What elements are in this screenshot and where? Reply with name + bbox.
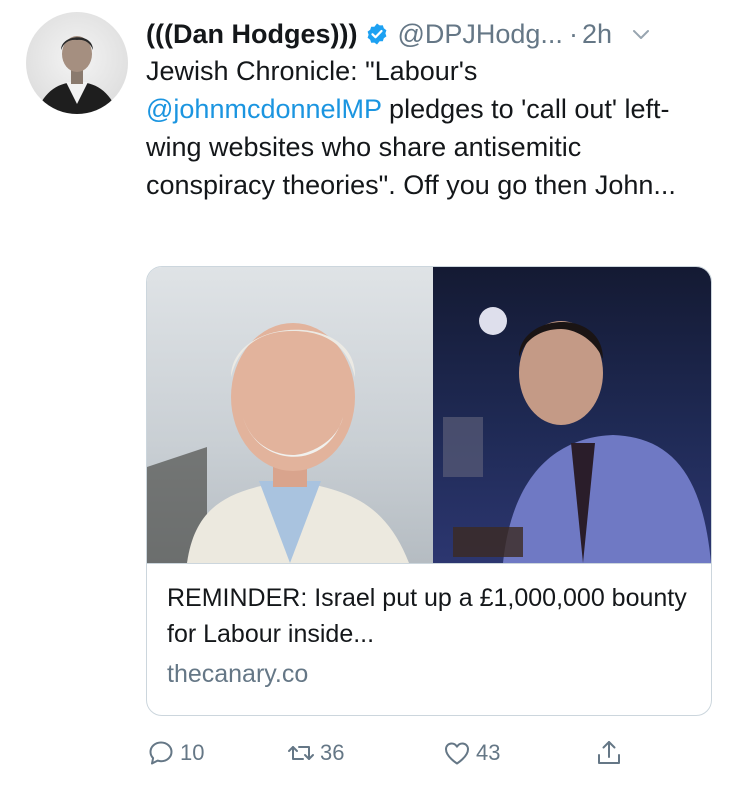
tweet-text-part: Jewish Chronicle: "Labour's bbox=[146, 56, 478, 86]
share-button[interactable] bbox=[594, 738, 624, 768]
card-title: REMINDER: Israel put up a £1,000,000 bou… bbox=[167, 584, 687, 648]
card-domain: thecanary.co bbox=[167, 660, 309, 688]
header-separator: · bbox=[568, 18, 578, 49]
like-count: 43 bbox=[476, 740, 501, 765]
reply-count: 10 bbox=[180, 740, 205, 765]
card-photo-left bbox=[147, 267, 433, 563]
author-avatar-image bbox=[36, 36, 118, 114]
author-name[interactable]: (((Dan Hodges))) bbox=[146, 19, 357, 50]
share-icon bbox=[598, 741, 620, 764]
mention-link[interactable]: @johnmcdonnelMP bbox=[146, 94, 382, 124]
tweet-text: Jewish Chronicle: "Labour's @johnmcdonne… bbox=[146, 52, 716, 204]
retweet-count: 36 bbox=[320, 740, 345, 765]
verified-badge-icon bbox=[365, 22, 389, 46]
tweet-actions: 10 36 43 bbox=[146, 738, 666, 778]
author-avatar[interactable] bbox=[26, 12, 128, 114]
retweet-button[interactable]: 36 bbox=[286, 738, 344, 768]
card-photo-right bbox=[433, 267, 711, 563]
card-body: REMINDER: Israel put up a £1,000,000 bou… bbox=[147, 563, 711, 692]
heart-icon bbox=[445, 742, 469, 765]
reply-icon bbox=[149, 741, 173, 765]
tweet-header: (((Dan Hodges))) @DPJHodg... · 2h bbox=[146, 14, 718, 54]
tweet-timestamp[interactable]: 2h bbox=[582, 19, 612, 50]
like-button[interactable]: 43 bbox=[442, 738, 500, 768]
chevron-down-icon[interactable] bbox=[630, 23, 652, 45]
reply-button[interactable]: 10 bbox=[146, 738, 204, 768]
author-handle[interactable]: @DPJHodg... bbox=[397, 19, 562, 50]
retweet-icon bbox=[288, 746, 314, 760]
card-image bbox=[147, 267, 711, 563]
link-card[interactable]: REMINDER: Israel put up a £1,000,000 bou… bbox=[146, 266, 712, 716]
